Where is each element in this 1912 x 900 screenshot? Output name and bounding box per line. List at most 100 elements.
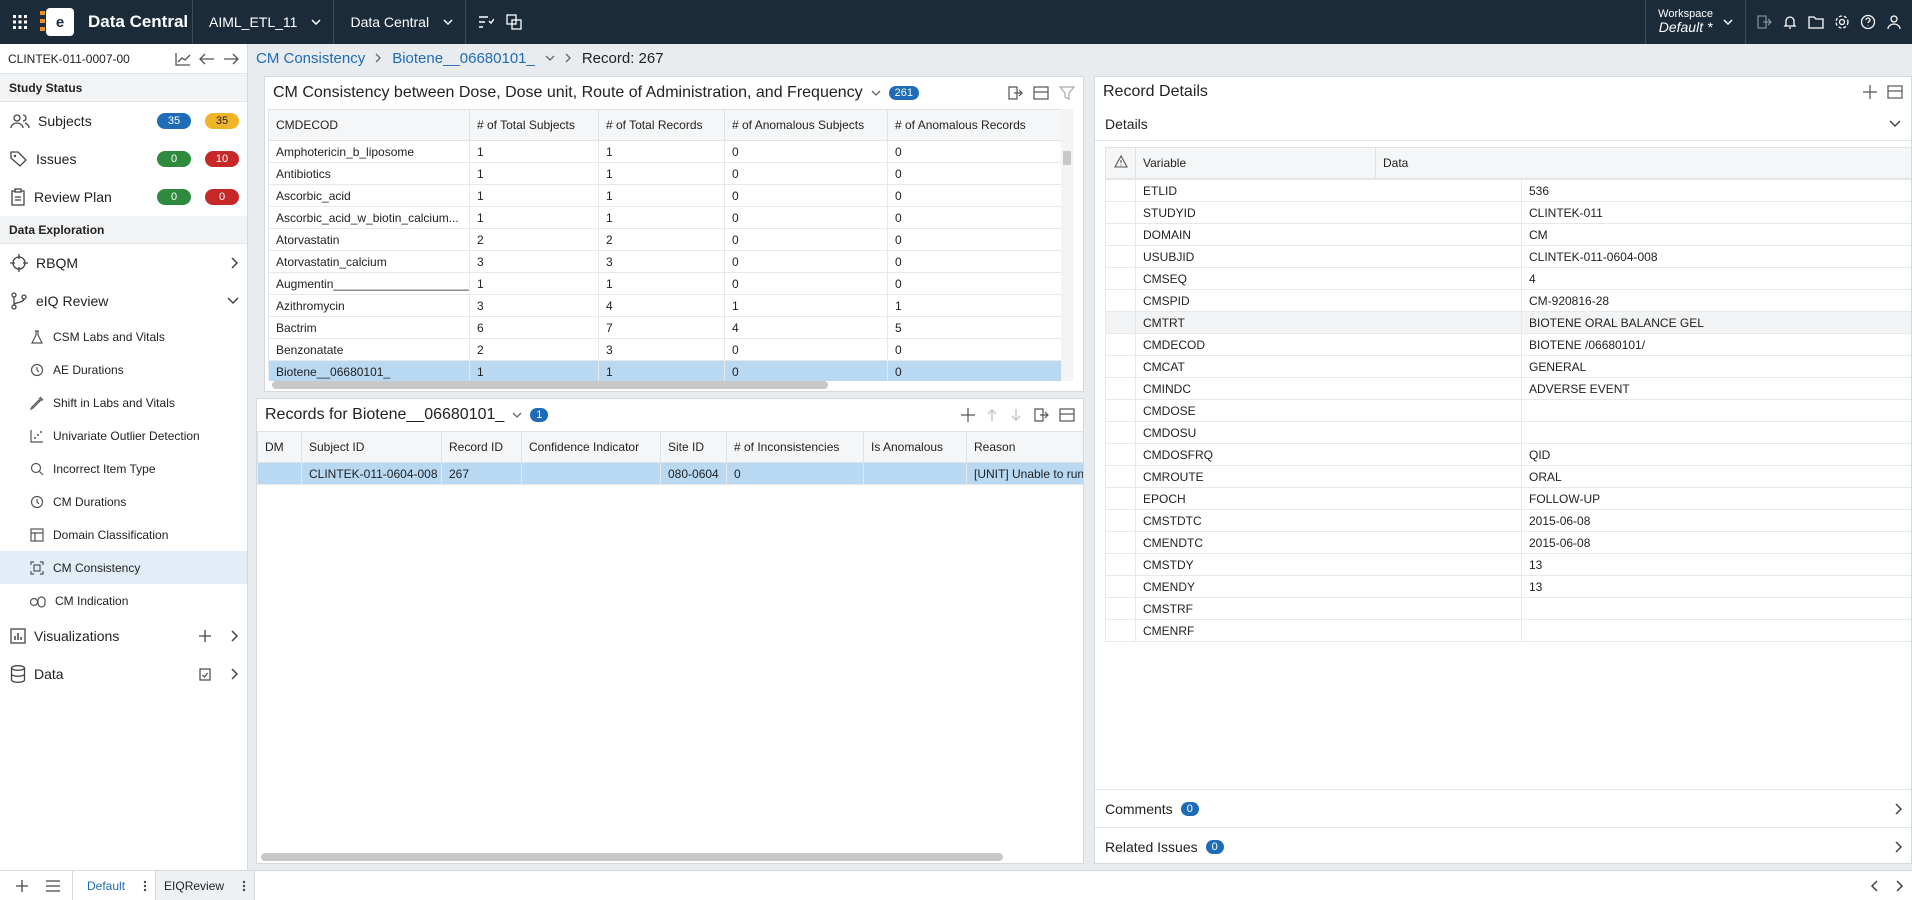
table-row[interactable]: Atorvastatin_calcium 3 3 0 0 (268, 250, 1073, 273)
export-icon[interactable] (1033, 407, 1049, 423)
table-row[interactable]: CMINDC ADVERSE EVENT (1105, 377, 1911, 400)
table-row[interactable]: CMCAT GENERAL (1105, 355, 1911, 378)
chevron-down-icon[interactable] (545, 55, 555, 61)
environment-dropdown[interactable]: AIML_ETL_11 (192, 0, 333, 44)
sidebar-sub-ae-durations[interactable]: AE Durations (0, 353, 247, 386)
sidebar-item-visualizations[interactable]: Visualizations (0, 617, 247, 655)
plus-icon[interactable] (1863, 85, 1877, 99)
plus-icon[interactable] (961, 408, 975, 422)
sidebar-item-rbqm[interactable]: RBQM (0, 244, 247, 282)
bell-icon[interactable] (1782, 14, 1798, 30)
table-row[interactable]: CMDOSE (1105, 399, 1911, 422)
breadcrumb-cm-consistency[interactable]: CM Consistency (256, 50, 365, 67)
column-header[interactable]: DM (257, 431, 302, 463)
column-header[interactable]: Is Anomalous (863, 431, 967, 463)
table-row[interactable]: Azithromycin 3 4 1 1 (268, 294, 1073, 317)
filter-icon[interactable] (1059, 85, 1075, 101)
table-row[interactable]: CMENDTC 2015-06-08 (1105, 531, 1911, 554)
sidebar-item-subjects[interactable]: Subjects 35 35 (0, 102, 247, 140)
layout-icon[interactable] (1033, 85, 1049, 101)
table-row[interactable]: Ascorbic_acid_w_biotin_calcium... 1 1 0 0 (268, 206, 1073, 229)
column-header[interactable]: # of Total Records (598, 109, 725, 141)
table-row[interactable]: USUBJID CLINTEK-011-0604-008 (1105, 245, 1911, 268)
sidebar-sub-csm-labs[interactable]: CSM Labs and Vitals (0, 320, 247, 353)
table-row[interactable]: Atorvastatin 2 2 0 0 (268, 228, 1073, 251)
sidebar-sub-domain-classification[interactable]: Domain Classification (0, 518, 247, 551)
related-issues-row[interactable]: Related Issues 0 (1095, 827, 1911, 863)
details-section-header[interactable]: Details (1095, 107, 1911, 141)
table-row[interactable]: CMSEQ 4 (1105, 267, 1911, 290)
clipboard-check-icon[interactable] (199, 667, 211, 681)
column-header[interactable]: CMDECOD (268, 109, 470, 141)
table-row[interactable]: Ascorbic_acid 1 1 0 0 (268, 184, 1073, 207)
column-header[interactable]: Subject ID (301, 431, 442, 463)
table-row[interactable]: CMSTRF (1105, 597, 1911, 620)
copy-window-icon[interactable] (506, 14, 522, 30)
back-arrow-icon[interactable] (199, 53, 215, 65)
chevron-down-icon[interactable] (512, 412, 522, 418)
table-row[interactable]: CMDECOD BIOTENE /06680101/ (1105, 333, 1911, 356)
trend-chart-icon[interactable] (175, 52, 191, 66)
horizontal-scrollbar[interactable] (261, 853, 1003, 861)
column-header[interactable]: Site ID (660, 431, 727, 463)
tab-default[interactable]: Default (73, 870, 157, 900)
column-header[interactable]: # of Anomalous Records (887, 109, 1073, 141)
table-row[interactable]: CMENRF (1105, 619, 1911, 642)
column-header[interactable]: Confidence Indicator (521, 431, 661, 463)
sidebar-item-review-plan[interactable]: Review Plan 0 0 (0, 178, 247, 216)
layout-icon[interactable] (1887, 84, 1903, 100)
column-header[interactable]: Record ID (441, 431, 522, 463)
table-row[interactable]: CMSTDTC 2015-06-08 (1105, 509, 1911, 532)
table-row[interactable]: Benzonatate 2 3 0 0 (268, 338, 1073, 361)
column-header[interactable]: Variable (1135, 147, 1376, 179)
table-row[interactable]: Amphotericin_b_liposome 1 1 0 0 (268, 140, 1073, 163)
sidebar-sub-shift-labs[interactable]: Shift in Labs and Vitals (0, 386, 247, 419)
column-header[interactable]: Reason (966, 431, 1083, 463)
more-vertical-icon[interactable] (242, 880, 246, 892)
sidebar-sub-univariate-outlier[interactable]: Univariate Outlier Detection (0, 419, 247, 452)
column-header[interactable]: # of Anomalous Subjects (724, 109, 888, 141)
table-row[interactable]: CMROUTE ORAL (1105, 465, 1911, 488)
sidebar-item-data[interactable]: Data (0, 655, 247, 693)
forward-arrow-icon[interactable] (223, 53, 239, 65)
export-icon[interactable] (1007, 85, 1023, 101)
table-row[interactable]: DOMAIN CM (1105, 223, 1911, 246)
apps-grid-icon[interactable] (0, 0, 40, 44)
sidebar-item-issues[interactable]: Issues 0 10 (0, 140, 247, 178)
table-row[interactable]: STUDYID CLINTEK-011 (1105, 201, 1911, 224)
move-up-icon[interactable] (985, 408, 999, 422)
move-down-icon[interactable] (1009, 408, 1023, 422)
help-icon[interactable] (1860, 14, 1876, 30)
table-row[interactable]: CMDOSU (1105, 421, 1911, 444)
table-row[interactable]: EPOCH FOLLOW-UP (1105, 487, 1911, 510)
table-row[interactable]: ETLID 536 (1105, 179, 1911, 202)
module-dropdown[interactable]: Data Central (333, 0, 465, 44)
export-icon[interactable] (1756, 14, 1772, 30)
table-row[interactable]: Antibiotics 1 1 0 0 (268, 162, 1073, 185)
sidebar-item-eiq-review[interactable]: eIQ Review (0, 282, 247, 320)
menu-icon[interactable] (46, 879, 60, 892)
table-row[interactable]: CMTRT BIOTENE ORAL BALANCE GEL (1105, 311, 1911, 334)
layout-icon[interactable] (1059, 407, 1075, 423)
user-icon[interactable] (1886, 14, 1902, 30)
comments-row[interactable]: Comments 0 (1095, 789, 1911, 827)
filter-list-icon[interactable] (478, 15, 495, 29)
folder-icon[interactable] (1808, 14, 1824, 30)
table-row[interactable]: Biotene__06680101_ 1 1 0 0 (268, 360, 1073, 381)
table-row[interactable]: CMENDY 13 (1105, 575, 1911, 598)
column-header[interactable]: Data (1375, 147, 1911, 179)
column-header[interactable]: # of Total Subjects (469, 109, 599, 141)
chevron-down-icon[interactable] (871, 90, 881, 96)
sidebar-sub-incorrect-item-type[interactable]: Incorrect Item Type (0, 452, 247, 485)
table-row[interactable]: CMSTDY 13 (1105, 553, 1911, 576)
gear-icon[interactable] (1834, 14, 1850, 30)
plus-icon[interactable] (199, 630, 211, 642)
breadcrumb-biotene[interactable]: Biotene__06680101_ (392, 50, 535, 67)
sidebar-sub-cm-consistency[interactable]: CM Consistency (0, 551, 247, 584)
warning-icon[interactable] (1105, 147, 1136, 179)
table-row[interactable]: CMSPID CM-920816-28 (1105, 289, 1911, 312)
chevron-left-icon[interactable] (1870, 879, 1878, 892)
tab-eiqreview[interactable]: EIQReview (156, 870, 256, 900)
table-row[interactable]: Augmentin______________________ 1 1 0 0 (268, 272, 1073, 295)
plus-icon[interactable] (16, 879, 28, 892)
